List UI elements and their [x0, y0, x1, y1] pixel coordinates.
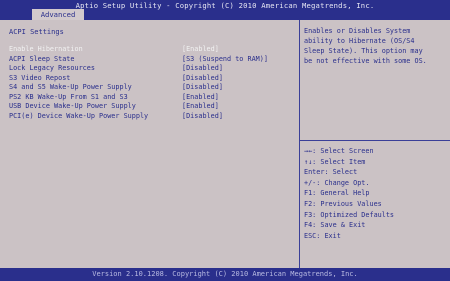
tab-advanced[interactable]: Advanced [32, 9, 84, 20]
key-select-item: ↑↓: Select Item [304, 157, 366, 166]
help-line: ability to Hibernate (OS/S4 [304, 37, 415, 45]
setting-label: Enable Hibernation [9, 45, 83, 53]
help-line: be not effective with some OS. [304, 57, 427, 65]
help-text: Enables or Disables System ability to Hi… [304, 26, 446, 66]
setting-enable-hibernation[interactable]: Enable Hibernation [Enabled] [9, 45, 299, 54]
key-select-screen: →←: Select Screen [304, 147, 374, 155]
setting-label: PS2 KB Wake-Up From S1 and S3 [9, 92, 128, 101]
setting-value[interactable]: [Disabled] [182, 64, 223, 73]
key-change-opt: +/-: Change Opt. [304, 178, 370, 187]
key-optimized-defaults: F3: Optimized Defaults [304, 210, 395, 219]
panel-divider [299, 20, 300, 268]
setting-value[interactable]: [Enabled] [182, 45, 219, 54]
section-title: ACPI Settings [9, 28, 64, 36]
key-save-exit: F4: Save & Exit [304, 221, 366, 230]
version-footer: Version 2.10.1208. Copyright (C) 2010 Am… [92, 270, 358, 278]
setting-pcie-wakeup-power[interactable]: PCI(e) Device Wake-Up Power Supply [Disa… [9, 112, 299, 121]
key-enter: Enter: Select [304, 168, 358, 177]
key-previous-values: F2: Previous Values [304, 199, 382, 208]
setting-label: PCI(e) Device Wake-Up Power Supply [9, 111, 149, 120]
setting-acpi-sleep-state[interactable]: ACPI Sleep State [S3 (Suspend to RAM)] [9, 55, 299, 64]
setting-value[interactable]: [Enabled] [182, 102, 219, 111]
setting-value[interactable]: [Disabled] [182, 83, 223, 92]
setting-usb-wakeup-power[interactable]: USB Device Wake-Up Power Supply [Enabled… [9, 102, 299, 111]
help-line: Enables or Disables System [304, 27, 411, 35]
key-legend: →←: Select Screen ↑↓: Select Item Enter:… [304, 146, 446, 241]
setting-lock-legacy-resources[interactable]: Lock Legacy Resources [Disabled] [9, 64, 299, 73]
setting-s4-s5-wakeup-power[interactable]: S4 and S5 Wake-Up Power Supply [Disabled… [9, 83, 299, 92]
setting-value[interactable]: [Disabled] [182, 74, 223, 83]
help-divider [300, 140, 450, 141]
setting-value[interactable]: [Enabled] [182, 93, 219, 102]
key-general-help: F1: General Help [304, 189, 370, 198]
setting-ps2-kb-wakeup[interactable]: PS2 KB Wake-Up From S1 and S3 [Enabled] [9, 93, 299, 102]
setting-value[interactable]: [S3 (Suspend to RAM)] [182, 55, 268, 64]
help-line: Sleep State). This option may [304, 47, 423, 55]
setting-label: S4 and S5 Wake-Up Power Supply [9, 83, 132, 91]
setting-label: ACPI Sleep State [9, 54, 75, 63]
setting-s3-video-repost[interactable]: S3 Video Repost [Disabled] [9, 74, 299, 83]
setting-label: USB Device Wake-Up Power Supply [9, 102, 136, 110]
setting-label: S3 Video Repost [9, 73, 71, 82]
setting-label: Lock Legacy Resources [9, 64, 95, 72]
key-esc-exit: ESC: Exit [304, 231, 341, 240]
setting-value[interactable]: [Disabled] [182, 112, 223, 121]
